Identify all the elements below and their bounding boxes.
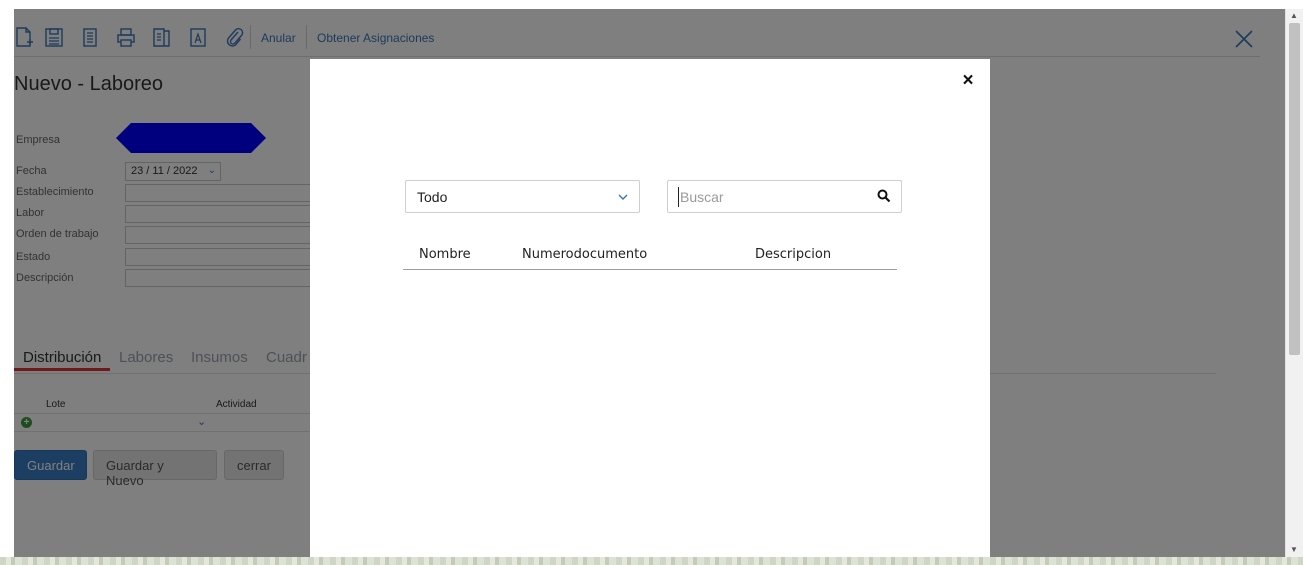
column-header-nombre: Nombre [419, 247, 471, 262]
chevron-down-icon [617, 190, 629, 202]
background-texture-strip [0, 557, 1303, 565]
scroll-up-icon[interactable]: ▲ [1290, 12, 1298, 20]
scroll-down-icon[interactable]: ▼ [1290, 546, 1298, 554]
results-table-header: Nombre Numerodocumento Descripcion [403, 245, 897, 270]
column-header-numerodocumento: Numerodocumento [522, 247, 648, 262]
search-input[interactable] [678, 187, 868, 207]
search-modal: × Todo Nombre Numerodocumento Descripcio… [310, 59, 990, 558]
column-header-descripcion: Descripcion [755, 247, 832, 262]
filter-selected-value: Todo [417, 189, 448, 205]
page-margin [0, 0, 14, 565]
search-icon[interactable] [877, 189, 891, 203]
search-box [667, 180, 902, 213]
scrollbar-thumb[interactable] [1289, 23, 1300, 355]
filter-dropdown[interactable]: Todo [405, 180, 640, 213]
page-scrollbar[interactable]: ▲ ▼ [1285, 9, 1303, 558]
close-icon[interactable]: × [958, 71, 978, 91]
